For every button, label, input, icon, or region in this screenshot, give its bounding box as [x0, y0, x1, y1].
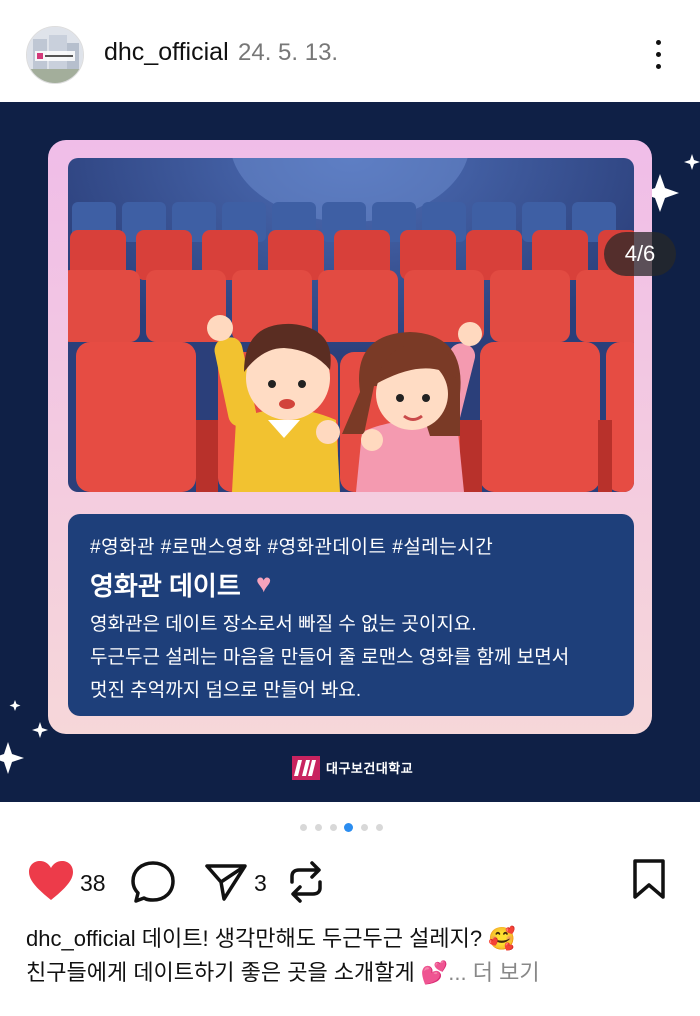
heart-icon[interactable]	[28, 860, 74, 907]
desc-line: 두근두근 설레는 마음을 만들어 줄 로맨스 영화를 함께 보면서	[90, 647, 570, 668]
carousel-dot	[315, 824, 322, 831]
carousel-dot-active	[344, 823, 353, 832]
college-logo-text: 대구보건대학교	[326, 761, 414, 776]
carousel-dot	[376, 824, 383, 831]
slide-counter: 4/6	[604, 232, 676, 276]
more-link[interactable]: ... 더 보기	[448, 960, 539, 985]
post-image[interactable]: 4/6 #영화관 #로맨스영화 #영화관데이트 #설레는시간 영화관 데이트 ♥…	[0, 102, 700, 802]
repost-icon[interactable]	[286, 860, 326, 909]
post-hashtags: #영화관 #로맨스영화 #영화관데이트 #설레는시간	[90, 537, 494, 558]
post-header: dhc_official 24. 5. 13.	[0, 0, 700, 104]
username[interactable]: dhc_official	[104, 38, 229, 67]
avatar[interactable]	[26, 26, 84, 84]
send-icon[interactable]	[204, 862, 248, 907]
heart-decoration-icon: ♥	[256, 568, 272, 598]
desc-line: 멋진 추억까지 덤으로 만들어 봐요.	[90, 680, 362, 701]
carousel-dot	[300, 824, 307, 831]
comment-icon[interactable]	[130, 860, 176, 909]
share-count[interactable]: 3	[254, 870, 267, 897]
post-date: 24. 5. 13.	[238, 39, 339, 66]
caption-username[interactable]: dhc_official	[26, 926, 136, 951]
caption-text: 친구들에게 데이트하기 좋은 곳을 소개할게 💕	[26, 960, 449, 985]
bookmark-icon[interactable]	[632, 858, 666, 905]
post-caption: dhc_official 데이트! 생각만해도 두근두근 설레지? 🥰 친구들에…	[26, 922, 686, 990]
caption-text: 데이트! 생각만해도 두근두근 설레지? 🥰	[141, 926, 516, 951]
post-description: 영화관은 데이트 장소로서 빠질 수 없는 곳이지요. 두근두근 설레는 마음을…	[90, 608, 630, 707]
post-text-box: #영화관 #로맨스영화 #영화관데이트 #설레는시간 영화관 데이트 ♥ 영화관…	[68, 514, 634, 716]
desc-line: 영화관은 데이트 장소로서 빠질 수 없는 곳이지요.	[90, 614, 477, 635]
post-card-title: 영화관 데이트	[90, 571, 241, 601]
more-icon[interactable]	[648, 38, 668, 72]
carousel-dot	[361, 824, 368, 831]
carousel-dot	[330, 824, 337, 831]
action-bar: 38 3	[0, 856, 700, 912]
like-count[interactable]: 38	[80, 870, 106, 897]
